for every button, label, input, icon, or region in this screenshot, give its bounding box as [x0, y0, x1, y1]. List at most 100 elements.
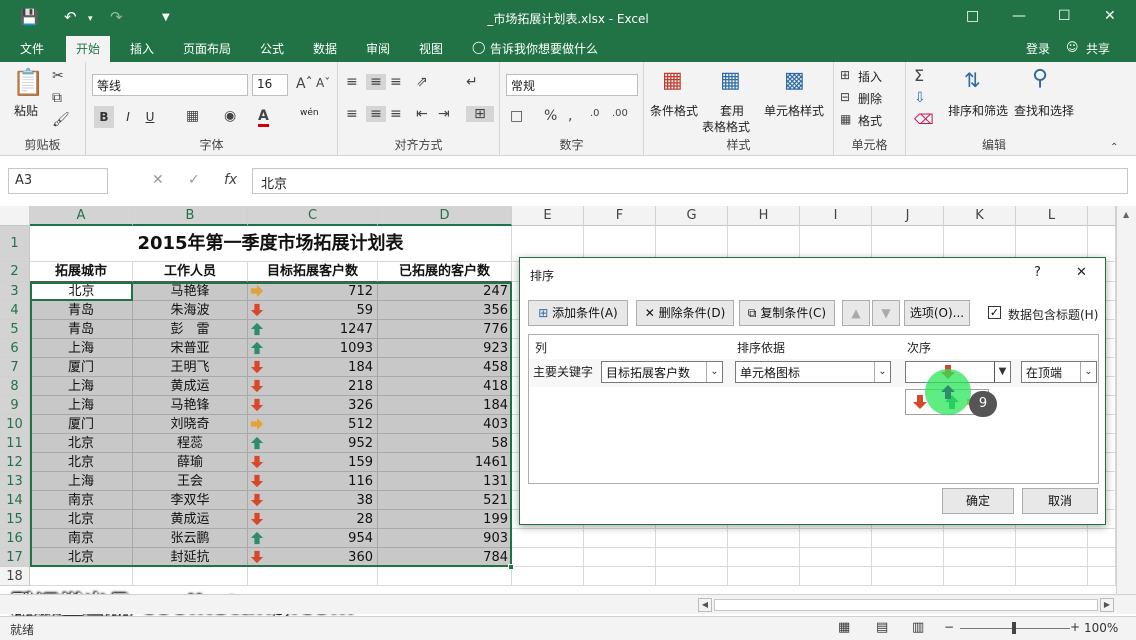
- cell[interactable]: [944, 567, 1016, 586]
- column-title[interactable]: 拓展城市: [30, 262, 133, 282]
- phonetic-button[interactable]: wén: [300, 108, 319, 118]
- sort-filter-button[interactable]: 排序和筛选: [948, 102, 1008, 119]
- format-table-button-line2[interactable]: 表格格式: [702, 118, 750, 135]
- cell-city[interactable]: 上海: [30, 339, 133, 358]
- zoom-level[interactable]: 100%: [1084, 621, 1118, 635]
- collapse-ribbon-icon[interactable]: ⌃: [1110, 142, 1118, 153]
- find-select-icon[interactable]: ⚲: [1032, 66, 1048, 91]
- cell[interactable]: [872, 567, 944, 586]
- row-header[interactable]: 13: [0, 472, 30, 491]
- cell-target[interactable]: 1093: [248, 339, 378, 358]
- cell-city[interactable]: 上海: [30, 377, 133, 396]
- column-header[interactable]: H: [728, 206, 800, 226]
- tab-home[interactable]: 开始: [66, 36, 111, 62]
- close-window-icon[interactable]: ✕: [1104, 8, 1116, 24]
- align-right-icon[interactable]: ≡: [390, 106, 402, 122]
- cell[interactable]: [584, 567, 656, 586]
- tab-view[interactable]: 视图: [419, 40, 443, 57]
- delete-cells-icon[interactable]: ⊟: [840, 90, 850, 104]
- align-top-icon[interactable]: ≡: [346, 74, 358, 90]
- minimize-icon[interactable]: —: [1012, 8, 1026, 24]
- wrap-text-icon[interactable]: ↵: [466, 74, 478, 90]
- format-cells-icon[interactable]: ▦: [840, 112, 851, 126]
- row-header[interactable]: 14: [0, 491, 30, 510]
- format-table-icon[interactable]: ▦: [720, 68, 741, 93]
- tab-review[interactable]: 审阅: [366, 40, 390, 57]
- cell-person[interactable]: 黄成运: [133, 510, 248, 529]
- has-headers-checkbox[interactable]: ✓: [988, 306, 1001, 319]
- insert-function-icon[interactable]: fx: [224, 172, 237, 188]
- close-dialog-icon[interactable]: ✕: [1076, 265, 1087, 280]
- italic-button[interactable]: I: [118, 106, 138, 128]
- column-title[interactable]: 工作人员: [133, 262, 248, 282]
- cell-city[interactable]: 北京: [30, 453, 133, 472]
- cell-done[interactable]: 1461: [378, 453, 512, 472]
- accounting-format-icon[interactable]: □: [510, 108, 523, 124]
- cell[interactable]: [584, 529, 656, 548]
- paste-button[interactable]: 粘贴: [14, 102, 38, 119]
- tell-me-box[interactable]: 告诉我你想要做什么: [490, 40, 598, 57]
- fill-handle[interactable]: [508, 564, 514, 570]
- underline-button[interactable]: U: [140, 106, 160, 128]
- format-table-button-line1[interactable]: 套用: [720, 102, 744, 119]
- cell-done[interactable]: 184: [378, 396, 512, 415]
- cell-person[interactable]: 薛瑜: [133, 453, 248, 472]
- format-cells-button[interactable]: 格式: [858, 112, 882, 129]
- cell-target[interactable]: 1247: [248, 320, 378, 339]
- column-header[interactable]: K: [944, 206, 1016, 226]
- font-color-icon[interactable]: A: [258, 108, 269, 127]
- cell-person[interactable]: 李双华: [133, 491, 248, 510]
- decrease-decimal-icon[interactable]: .00: [612, 108, 628, 119]
- cell-person[interactable]: 朱海波: [133, 301, 248, 320]
- cell[interactable]: [728, 567, 800, 586]
- column-header[interactable]: F: [584, 206, 656, 226]
- cell-target[interactable]: 952: [248, 434, 378, 453]
- cell[interactable]: [872, 548, 944, 567]
- row-header[interactable]: 6: [0, 339, 30, 358]
- enter-formula-icon[interactable]: ✓: [188, 172, 200, 188]
- increase-decimal-icon[interactable]: .0: [590, 108, 600, 119]
- cell[interactable]: [656, 548, 728, 567]
- cell[interactable]: [656, 529, 728, 548]
- move-down-button[interactable]: ▼: [872, 300, 900, 326]
- find-select-button[interactable]: 查找和选择: [1014, 102, 1074, 119]
- cell-target[interactable]: 712: [248, 282, 378, 301]
- name-box[interactable]: A3: [8, 168, 108, 194]
- delete-cells-button[interactable]: 删除: [858, 90, 882, 107]
- sort-filter-icon[interactable]: ⇅: [964, 68, 981, 92]
- insert-cells-button[interactable]: 插入: [858, 68, 882, 85]
- cell-person[interactable]: 刘晓奇: [133, 415, 248, 434]
- row-header[interactable]: 1: [0, 226, 30, 262]
- column-header[interactable]: L: [1016, 206, 1088, 226]
- add-level-button[interactable]: ⊞ 添加条件(A): [528, 300, 628, 326]
- cell-target[interactable]: 326: [248, 396, 378, 415]
- cell-styles-button[interactable]: 单元格样式: [764, 102, 824, 119]
- font-size-box[interactable]: 16: [252, 74, 288, 96]
- cell-city[interactable]: 北京: [30, 510, 133, 529]
- merge-center-icon[interactable]: ⊞: [466, 106, 494, 122]
- copy-icon[interactable]: ⧉: [52, 90, 62, 106]
- cut-icon[interactable]: ✂: [52, 68, 64, 84]
- cell[interactable]: [728, 548, 800, 567]
- comma-style-icon[interactable]: ,: [568, 108, 572, 124]
- select-all-corner[interactable]: [0, 206, 30, 226]
- row-header[interactable]: 5: [0, 320, 30, 339]
- cell[interactable]: [512, 529, 584, 548]
- tab-data[interactable]: 数据: [313, 40, 337, 57]
- cell-target[interactable]: 218: [248, 377, 378, 396]
- cell-target[interactable]: 360: [248, 548, 378, 567]
- cell[interactable]: [378, 567, 512, 586]
- cell[interactable]: [133, 567, 248, 586]
- fill-icon[interactable]: ⇩: [914, 90, 926, 106]
- cell[interactable]: [584, 548, 656, 567]
- cell-done[interactable]: 131: [378, 472, 512, 491]
- orientation-icon[interactable]: ⇗: [416, 74, 428, 90]
- cell-done[interactable]: 199: [378, 510, 512, 529]
- format-painter-icon[interactable]: 🖌: [52, 112, 70, 128]
- column-header[interactable]: G: [656, 206, 728, 226]
- cell-city[interactable]: 上海: [30, 472, 133, 491]
- conditional-format-icon[interactable]: ▦: [662, 68, 683, 93]
- cell-city[interactable]: 青岛: [30, 301, 133, 320]
- order-position-combo[interactable]: 在顶端 ⌄: [1021, 361, 1097, 383]
- scroll-right-icon[interactable]: ▶: [1100, 598, 1114, 612]
